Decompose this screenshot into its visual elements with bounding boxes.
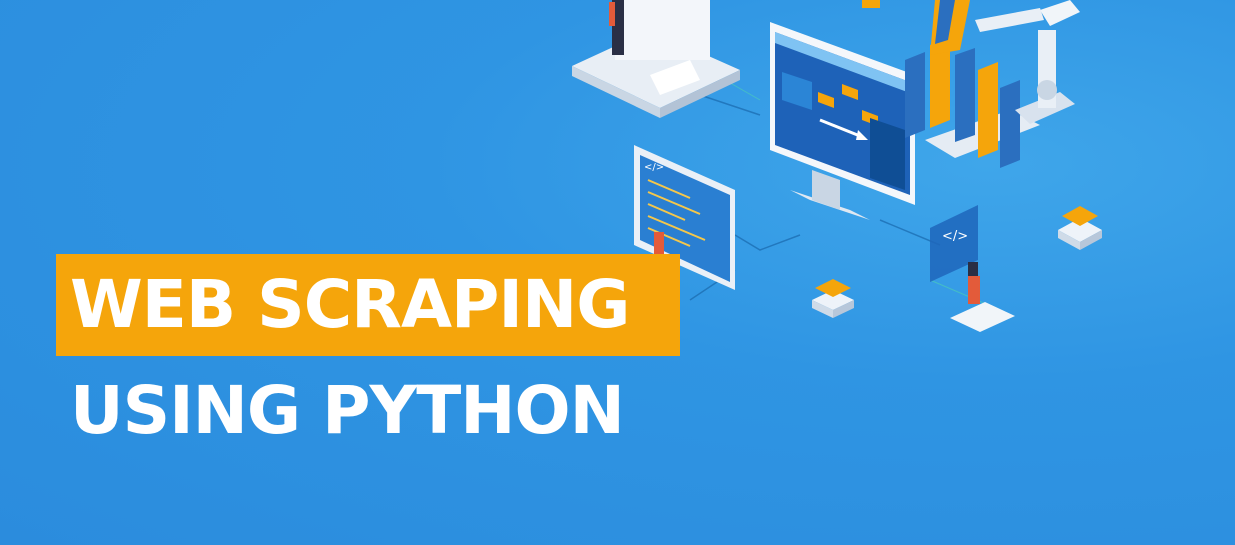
title-line-1: WEB SCRAPING bbox=[70, 266, 630, 343]
data-stack-right bbox=[1058, 206, 1102, 250]
code-card-right: </> bbox=[930, 205, 1015, 332]
svg-text:</>: </> bbox=[644, 162, 664, 173]
title-line-2: USING PYTHON bbox=[70, 372, 625, 449]
folder-icon bbox=[862, 0, 880, 8]
server-racks bbox=[905, 0, 1040, 168]
svg-text:</>: </> bbox=[942, 229, 968, 244]
data-stack-center bbox=[812, 279, 854, 318]
main-monitor bbox=[770, 22, 915, 220]
